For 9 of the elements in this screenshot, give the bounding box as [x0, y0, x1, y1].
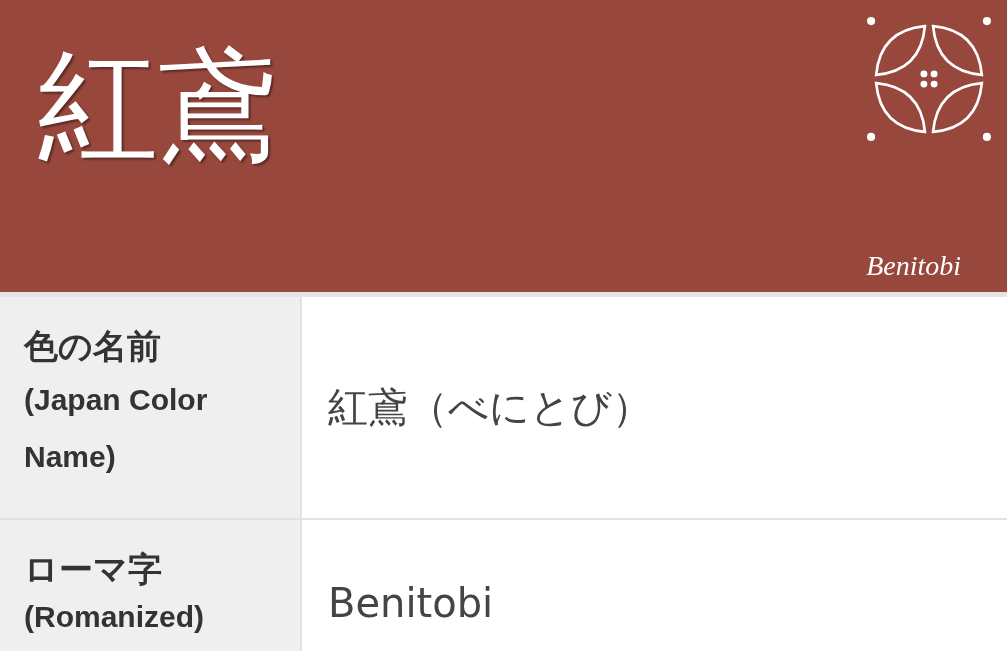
row-value: 紅鳶（べにとび）: [328, 383, 652, 432]
row-value: Benitobi: [328, 580, 494, 626]
romanized-caption: Benitobi: [866, 250, 961, 282]
row-label: ローマ字: [24, 548, 163, 591]
row-label-note: (Japan Color Name): [24, 381, 209, 475]
row-label-note: (Romanized): [24, 598, 205, 635]
row-label: 色の名前: [24, 325, 162, 368]
crest-icon: [866, 16, 992, 142]
color-name-title: 紅鳶: [38, 40, 278, 172]
